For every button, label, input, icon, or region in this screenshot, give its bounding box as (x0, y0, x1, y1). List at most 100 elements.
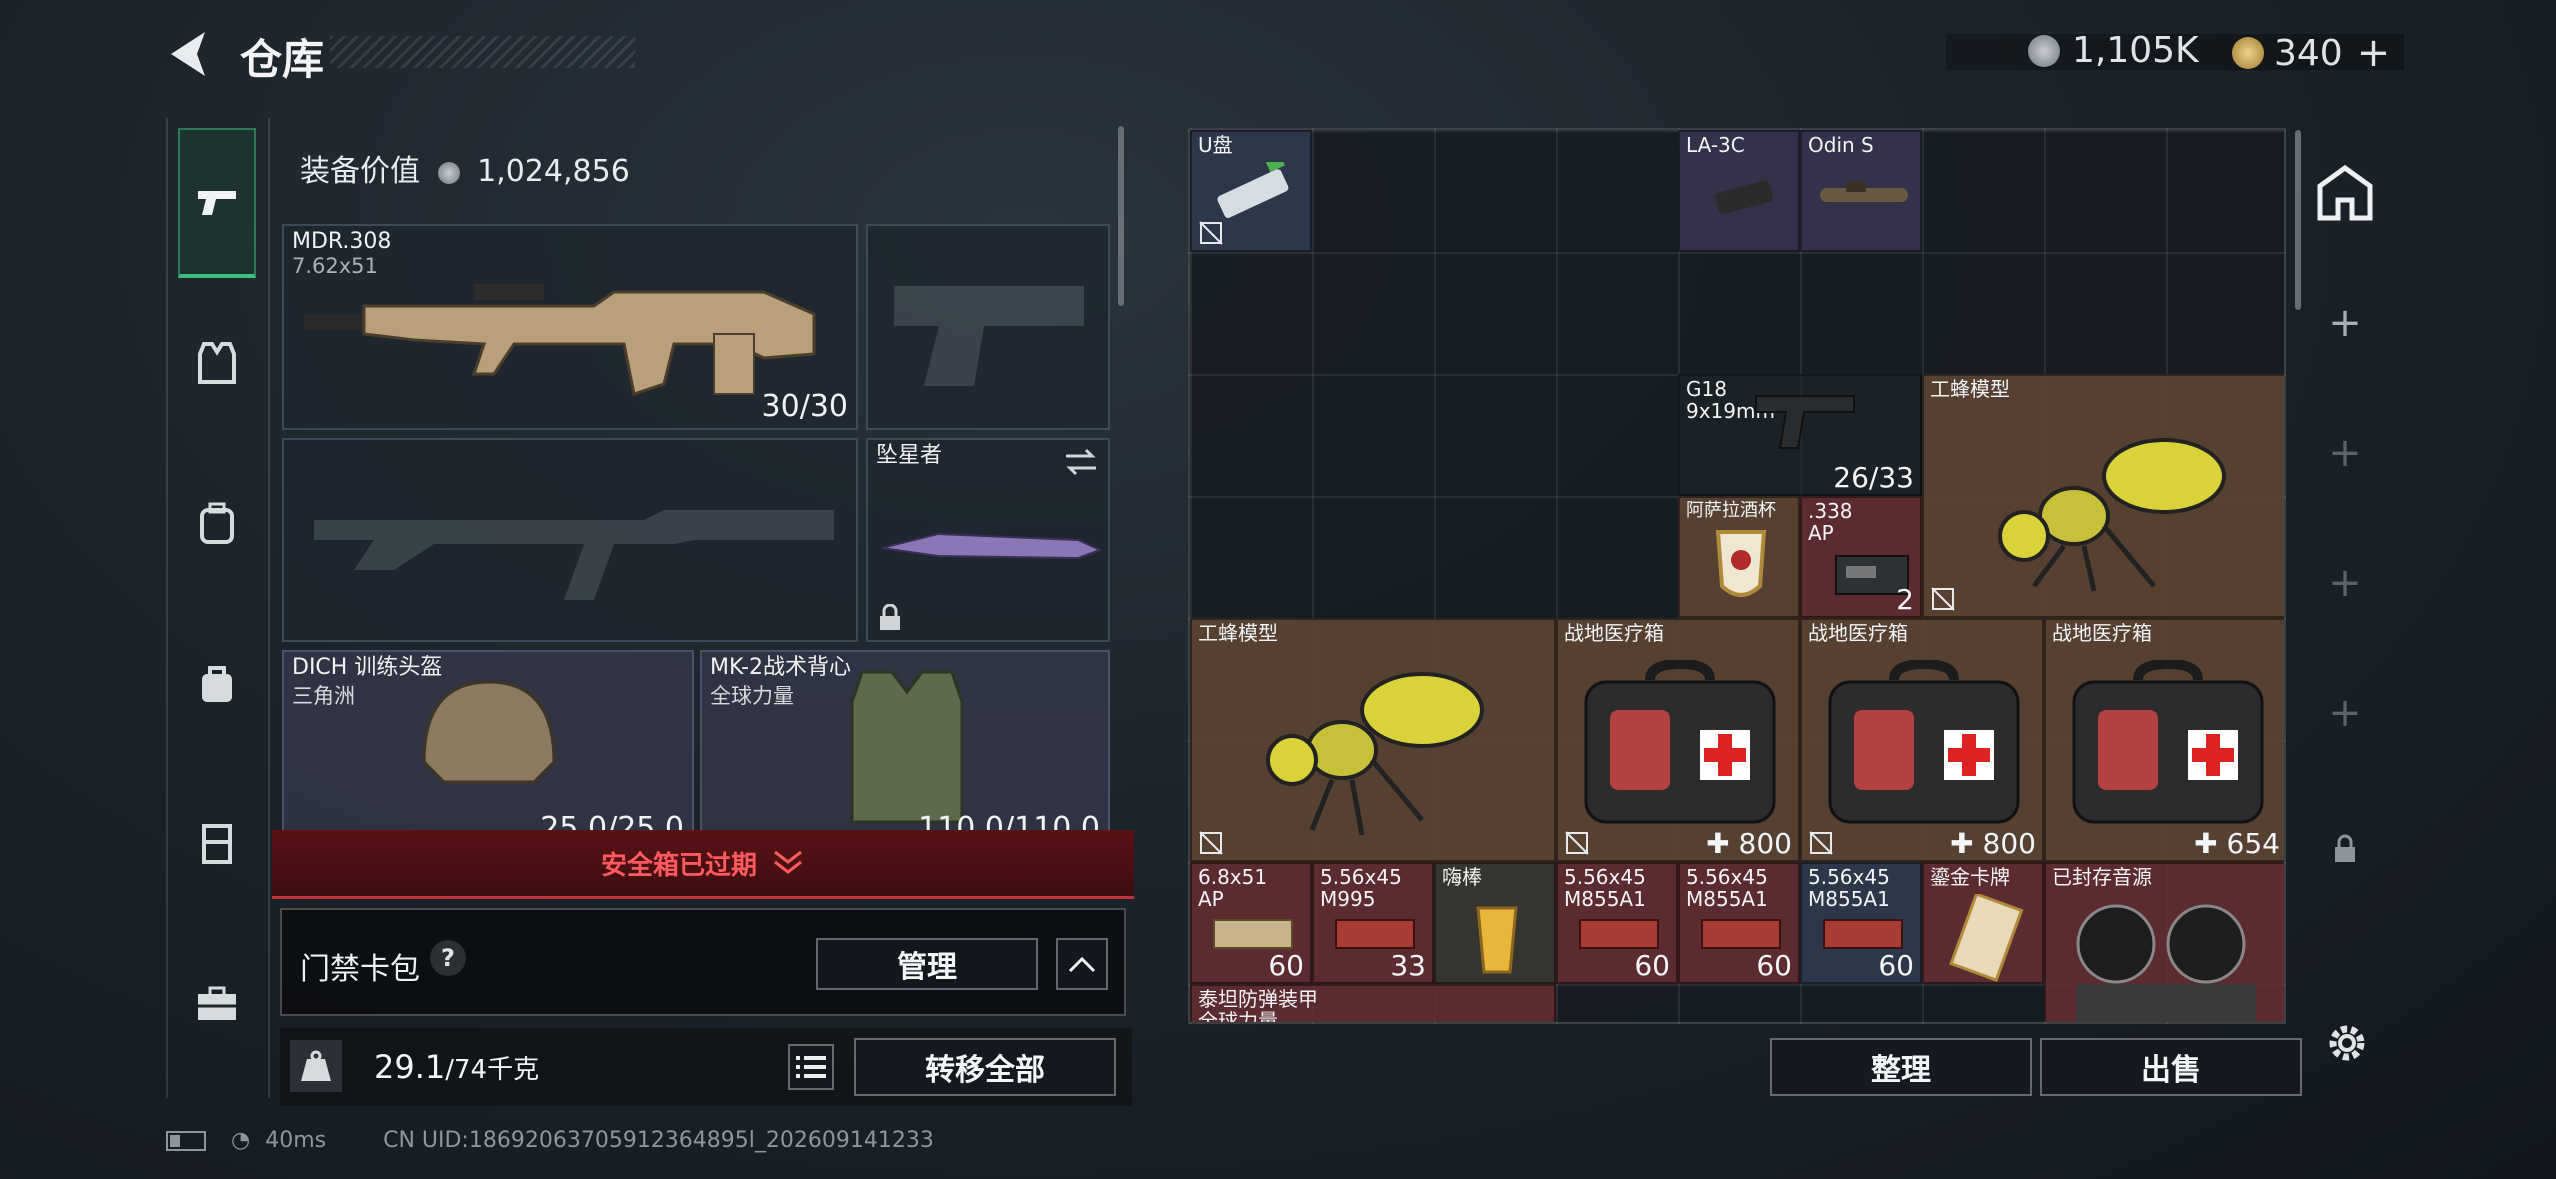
sort-button[interactable]: 整理 (1770, 1038, 2032, 1096)
melee-name: 坠星者 (876, 443, 943, 468)
vest-image (850, 670, 964, 824)
item-label: Odin S (1808, 133, 1874, 157)
no-transfer-icon (1565, 831, 1589, 855)
equipment-value: 装备价值 1,024,856 (300, 146, 630, 190)
item-bee-model-2[interactable]: 工蜂模型 (1190, 618, 1556, 862)
item-count: 60 (1634, 949, 1670, 982)
wifi-icon: ◔ (231, 1128, 251, 1153)
item-usb[interactable]: U盘 (1190, 130, 1312, 252)
primary-weapon-slot[interactable]: MDR.308 7.62x51 30/30 (282, 224, 858, 430)
storage-scrollbar[interactable] (2295, 130, 2301, 310)
add-storage-tab-button[interactable]: + (2322, 300, 2368, 346)
lock-icon (2335, 834, 2355, 862)
item-count: 2 (1896, 583, 1914, 616)
item-medkit-3[interactable]: 战地医疗箱 ✚ 654 (2044, 618, 2284, 862)
item-label: 已封存音源 (2052, 865, 2152, 889)
manage-button[interactable]: 管理 (816, 938, 1038, 990)
melee-slot[interactable]: 坠星者 (866, 438, 1110, 642)
safebox-expired-banner[interactable]: 安全箱已过期 (272, 830, 1134, 899)
page-title: 仓库 (240, 35, 325, 84)
equipment-value-number: 1,024,856 (477, 154, 630, 189)
item-count-wrap: ✚ 800 (1950, 827, 2036, 860)
add-storage-tab-button-disabled: + (2328, 430, 2362, 476)
item-label: .338 AP (1808, 499, 1853, 545)
item-label: 6.8x51 AP (1198, 865, 1268, 911)
item-la3c[interactable]: LA-3C (1678, 130, 1800, 252)
item-energy-drink[interactable]: 嗨棒 (1434, 862, 1556, 984)
helmet-maker: 三角洲 (292, 684, 355, 708)
nav-tab-weapons[interactable] (178, 128, 256, 278)
nav-tab-toolbox[interactable] (178, 928, 256, 1078)
item-medkit-2[interactable]: 战地医疗箱 ✚ 800 (1800, 618, 2044, 862)
kg-weight-icon (301, 1050, 331, 1081)
no-transfer-icon (1931, 587, 1955, 611)
pistol-image (1755, 395, 1855, 449)
vest-maker: 全球力量 (710, 684, 794, 708)
item-338-ap[interactable]: .338 AP 2 (1800, 496, 1922, 618)
item-5-56x45-m855a1-a[interactable]: 5.56x45 M855A1 60 (1556, 862, 1678, 984)
storage-grid[interactable]: U盘 LA-3C Odin S G18 9x19mm 26/33 工蜂模型 阿萨… (1188, 128, 2286, 1024)
ping-text: 40ms (265, 1128, 327, 1153)
item-asala-cup[interactable]: 阿萨拉酒杯 (1678, 496, 1800, 618)
item-count: 800 (1738, 827, 1792, 860)
nav-tab-backpack[interactable] (178, 448, 256, 598)
item-count: 60 (1756, 949, 1792, 982)
help-icon[interactable]: ? (430, 940, 466, 976)
weight-icon (290, 1040, 342, 1092)
item-titan-armor[interactable]: 泰坦防弹装甲 全球力量 (1190, 984, 1556, 1022)
item-sealed-audio[interactable]: 已封存音源 (2044, 862, 2284, 1022)
ammo-box-image (1701, 919, 1781, 949)
secondary-weapon-slot[interactable] (866, 224, 1110, 430)
expand-button[interactable] (1056, 938, 1108, 990)
item-5-56x45-m855a1-b[interactable]: 5.56x45 M855A1 60 (1678, 862, 1800, 984)
transfer-all-button[interactable]: 转移全部 (854, 1038, 1116, 1096)
currency-premium[interactable]: 340 + (2232, 30, 2390, 76)
back-button[interactable] (165, 28, 215, 80)
vest-slot[interactable]: MK-2战术背心 全球力量 110.0/110.0 (700, 650, 1110, 846)
vest-name: MK-2战术背心 (710, 655, 852, 680)
equipment-scrollbar[interactable] (1118, 126, 1124, 306)
medkit-image (1828, 660, 2020, 824)
nav-tab-armor[interactable] (178, 768, 256, 918)
swap-icon[interactable] (1064, 448, 1098, 476)
safebox-banner-text: 安全箱已过期 (600, 850, 757, 881)
sell-button[interactable]: 出售 (2040, 1038, 2302, 1096)
helmet-slot[interactable]: DICH 训练头盔 三角洲 25.0/25.0 (282, 650, 694, 846)
vest-icon (198, 342, 236, 384)
secondary-primary-slot[interactable] (282, 438, 858, 642)
battery-icon (166, 1131, 206, 1151)
title-decoration (330, 36, 635, 68)
add-storage-tab-button-disabled: + (2328, 690, 2362, 736)
item-label: LA-3C (1686, 133, 1745, 157)
item-label: 战地医疗箱 (1808, 621, 1908, 645)
storage-tab-main[interactable] (2314, 162, 2376, 224)
item-5-56x45-m995[interactable]: 5.56x45 M995 33 (1312, 862, 1434, 984)
item-label: 鎏金卡牌 (1930, 865, 2010, 889)
add-currency-icon[interactable]: + (2357, 30, 2391, 76)
currency-hafcoin: 1,105K (2028, 30, 2199, 71)
item-6-8x51-ap[interactable]: 6.8x51 AP 60 (1190, 862, 1312, 984)
left-nav (166, 118, 270, 1098)
item-count-wrap: ✚ 800 (1706, 827, 1792, 860)
settings-gear-icon[interactable] (2322, 1018, 2372, 1068)
list-view-button[interactable] (788, 1044, 834, 1090)
weight-row: 29.1/74千克 转移全部 (280, 1028, 1132, 1106)
card-image (1949, 894, 2024, 982)
back-arrow-icon (171, 32, 205, 76)
ammo-box-image (1335, 919, 1415, 949)
item-medkit-1[interactable]: 战地医疗箱 ✚ 800 (1556, 618, 1800, 862)
item-bee-model[interactable]: 工蜂模型 (1922, 374, 2284, 618)
item-gold-card[interactable]: 鎏金卡牌 (1922, 862, 2044, 984)
no-transfer-icon (1199, 831, 1223, 855)
bee-model-image (1998, 438, 2226, 592)
item-5-56x45-m855a1-c[interactable]: 5.56x45 M855A1 60 (1800, 862, 1922, 984)
nav-tab-bag[interactable] (178, 608, 256, 758)
warehouse-icon (2317, 164, 2373, 221)
item-odin-s[interactable]: Odin S (1800, 130, 1922, 252)
nav-tab-vest[interactable] (178, 288, 256, 438)
weight-display: 29.1/74千克 (374, 1048, 539, 1086)
item-count: 800 (1982, 827, 2036, 860)
item-label: 嗨棒 (1442, 865, 1482, 889)
backpack-icon (200, 502, 234, 544)
item-g18[interactable]: G18 9x19mm 26/33 (1678, 374, 1922, 496)
